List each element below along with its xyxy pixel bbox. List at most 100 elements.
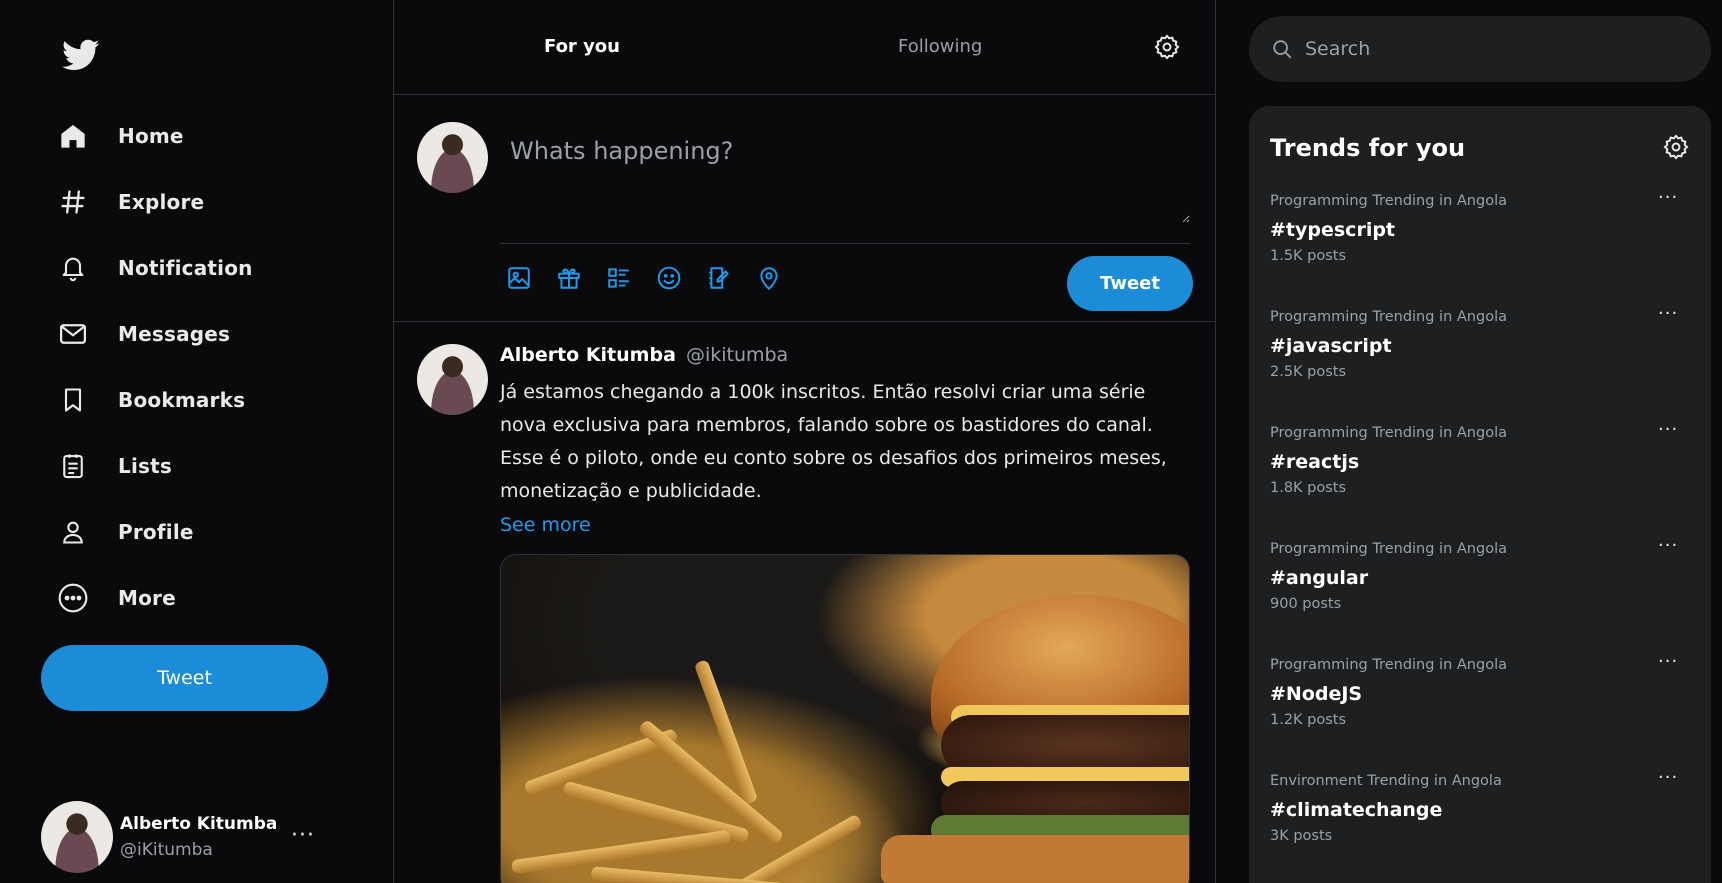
gear-icon[interactable] <box>1154 34 1180 60</box>
nav-item-label: Profile <box>118 520 194 544</box>
account-more-icon[interactable]: ··· <box>291 823 315 848</box>
trend-item[interactable]: Programming Trending in Angola #javascri… <box>1270 303 1690 419</box>
trend-context: Environment Trending in Angola <box>1270 773 1502 789</box>
app: Home Explore Notification Messages Bookm… <box>0 0 1722 883</box>
composer-divider <box>500 243 1190 244</box>
nav-item-home[interactable]: Home <box>56 103 253 169</box>
person-icon <box>56 515 90 549</box>
nav-item-messages[interactable]: Messages <box>56 301 253 367</box>
nav-item-label: Home <box>118 124 184 148</box>
tab-following[interactable]: Following <box>898 36 982 57</box>
image-icon[interactable] <box>506 265 532 291</box>
trend-tag: #climatechange <box>1270 799 1443 821</box>
fry <box>511 829 731 875</box>
account-switcher[interactable]: Alberto Kitumba @iKitumba ··· <box>41 801 331 873</box>
search-icon <box>1271 38 1293 60</box>
trend-context: Programming Trending in Angola <box>1270 657 1507 673</box>
home-icon <box>56 119 90 153</box>
tweet-post[interactable]: Alberto Kitumba @ikitumba Já estamos che… <box>394 322 1215 883</box>
composer-tools <box>506 265 806 291</box>
trend-item[interactable]: Programming Trending in Angola #angular … <box>1270 535 1690 651</box>
tweet-composer: Tweet <box>394 95 1215 322</box>
sidebar-tweet-button[interactable]: Tweet <box>41 645 328 711</box>
post-author-handle[interactable]: @ikitumba <box>686 344 788 366</box>
nav-item-explore[interactable]: Explore <box>56 169 253 235</box>
nav-item-label: Bookmarks <box>118 388 246 412</box>
search-input[interactable] <box>1305 38 1685 60</box>
trend-context: Programming Trending in Angola <box>1270 541 1507 557</box>
nav-item-more[interactable]: More <box>56 565 253 631</box>
hashtag-icon <box>56 185 90 219</box>
nav-item-bookmarks[interactable]: Bookmarks <box>56 367 253 433</box>
avatar[interactable] <box>417 344 488 415</box>
trend-context: Programming Trending in Angola <box>1270 425 1507 441</box>
post-image[interactable] <box>500 554 1190 883</box>
trend-count: 1.5K posts <box>1270 248 1347 264</box>
trend-more-icon[interactable]: ··· <box>1658 187 1678 208</box>
twitter-bird-icon[interactable] <box>60 36 102 74</box>
trend-context: Programming Trending in Angola <box>1270 309 1507 325</box>
compose-textarea[interactable] <box>500 123 1190 223</box>
trend-item[interactable]: Programming Trending in Angola #typescri… <box>1270 187 1690 303</box>
trends-panel: Trends for you Programming Trending in A… <box>1249 106 1711 883</box>
trend-more-icon[interactable]: ··· <box>1658 419 1678 440</box>
nav-item-label: Messages <box>118 322 231 346</box>
nav-item-label: Notification <box>118 256 253 280</box>
trend-tag: #javascript <box>1270 335 1392 357</box>
compose-tweet-button[interactable]: Tweet <box>1067 256 1193 311</box>
trend-tag: #angular <box>1270 567 1369 589</box>
account-display-name: Alberto Kitumba <box>120 814 278 834</box>
trend-tag: #typescript <box>1270 219 1396 241</box>
post-body: Alberto Kitumba @ikitumba Já estamos che… <box>500 344 1190 883</box>
trend-item[interactable]: Programming Trending in Angola #reactjs … <box>1270 419 1690 535</box>
nav-item-lists[interactable]: Lists <box>56 433 253 499</box>
bell-icon <box>56 251 90 285</box>
timeline-tabs: For you Following <box>394 0 1215 95</box>
trend-item[interactable]: Environment Trending in Angola #climatec… <box>1270 767 1690 883</box>
burger-patty <box>941 715 1189 775</box>
trend-count: 1.2K posts <box>1270 712 1347 728</box>
trend-count: 1.8K posts <box>1270 480 1347 496</box>
trend-tag: #reactjs <box>1270 451 1360 473</box>
gift-icon[interactable] <box>556 265 582 291</box>
post-header: Alberto Kitumba @ikitumba <box>500 344 1190 366</box>
search-box[interactable] <box>1249 16 1711 82</box>
more-circle-icon <box>56 581 90 615</box>
left-sidebar: Home Explore Notification Messages Bookm… <box>0 0 394 883</box>
mail-icon <box>56 317 90 351</box>
avatar <box>417 122 488 193</box>
account-names: Alberto Kitumba @iKitumba <box>120 814 277 860</box>
main-nav: Home Explore Notification Messages Bookm… <box>56 103 253 631</box>
trend-more-icon[interactable]: ··· <box>1658 651 1678 672</box>
nav-item-label: Lists <box>118 454 172 478</box>
poll-icon[interactable] <box>606 265 632 291</box>
trend-tag: #NodeJS <box>1270 683 1363 705</box>
nav-item-profile[interactable]: Profile <box>56 499 253 565</box>
fry <box>708 813 864 883</box>
trend-count: 900 posts <box>1270 596 1342 612</box>
trend-context: Programming Trending in Angola <box>1270 193 1507 209</box>
avatar <box>41 801 113 873</box>
schedule-icon[interactable] <box>706 265 732 291</box>
account-handle: @iKitumba <box>120 840 213 860</box>
location-icon[interactable] <box>756 265 782 291</box>
tab-for-you[interactable]: For you <box>544 36 620 57</box>
trend-count: 3K posts <box>1270 828 1333 844</box>
burger-bun-bottom <box>881 835 1189 883</box>
trend-more-icon[interactable]: ··· <box>1658 535 1678 556</box>
main-column: For you Following Whats happening? Tweet… <box>394 0 1216 883</box>
trends-title: Trends for you <box>1270 134 1466 162</box>
list-icon <box>56 449 90 483</box>
trend-more-icon[interactable]: ··· <box>1658 303 1678 324</box>
gear-icon[interactable] <box>1663 134 1689 160</box>
trend-item[interactable]: Programming Trending in Angola #NodeJS 1… <box>1270 651 1690 767</box>
right-panel: Trends for you Programming Trending in A… <box>1216 0 1722 883</box>
nav-item-notification[interactable]: Notification <box>56 235 253 301</box>
post-text: Já estamos chegando a 100k inscritos. En… <box>500 381 1167 502</box>
nav-item-label: More <box>118 586 176 610</box>
post-author-name[interactable]: Alberto Kitumba <box>500 344 676 366</box>
trend-more-icon[interactable]: ··· <box>1658 767 1678 788</box>
see-more-link[interactable]: See more <box>500 514 591 536</box>
bookmark-icon <box>56 383 90 417</box>
emoji-icon[interactable] <box>656 265 682 291</box>
